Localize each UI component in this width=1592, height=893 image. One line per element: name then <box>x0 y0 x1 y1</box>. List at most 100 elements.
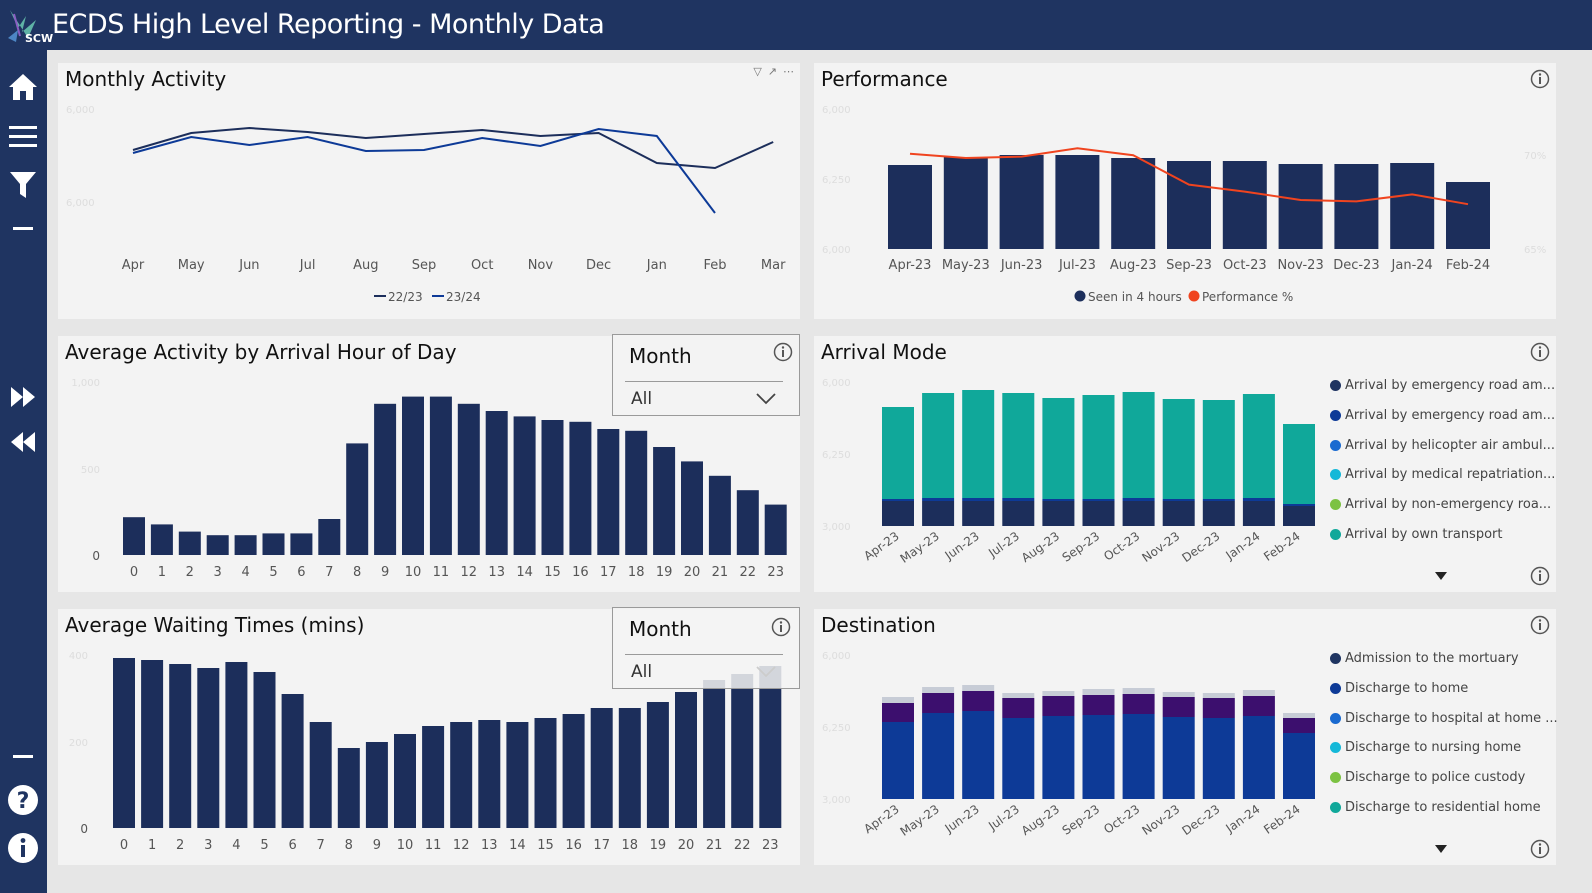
month-dropdown[interactable]: All <box>625 381 783 414</box>
x-tick-label: 5 <box>269 565 277 580</box>
legend-scroll-down-icon[interactable] <box>1434 844 1448 854</box>
x-tick-label: Jun-23 <box>942 802 982 836</box>
chevron-down-icon <box>756 393 776 405</box>
bar <box>1334 164 1379 249</box>
y-tick-label: 500 <box>81 465 100 476</box>
info-icon <box>8 833 38 863</box>
x-tick-label: 15 <box>544 565 561 580</box>
destination-legend: Admission to the mortuary Discharge to ho… <box>1330 649 1558 829</box>
legend-item[interactable]: Arrival by non-emergency roa... <box>1330 497 1551 512</box>
legend-item[interactable]: Arrival by emergency road am... <box>1330 378 1555 393</box>
info-icon[interactable] <box>773 342 793 362</box>
legend-label: Arrival by emergency road am... <box>1345 378 1556 393</box>
x-tick-label: Nov-23 <box>1277 258 1323 273</box>
bar-segment <box>1283 504 1315 506</box>
x-tick-label: May-23 <box>942 258 990 273</box>
bar <box>625 430 648 555</box>
legend-item[interactable]: Arrival by medical repatriation... <box>1330 467 1555 482</box>
minimize-button[interactable] <box>6 740 40 774</box>
x-tick-label: 3 <box>204 838 212 853</box>
x-tick-label: 11 <box>433 565 450 580</box>
x-tick-label: Nov-23 <box>1139 529 1182 565</box>
bar-segment <box>1042 716 1075 799</box>
bar-segment <box>1242 501 1275 526</box>
legend-dot <box>1330 380 1341 391</box>
menu-button[interactable] <box>6 120 40 154</box>
legend-label: Discharge to police custody <box>1345 770 1526 786</box>
month-dropdown[interactable]: All <box>625 654 783 687</box>
legend-dot <box>1330 772 1341 784</box>
legend-item[interactable]: Discharge to nursing home <box>1330 740 1521 755</box>
bar-segment <box>1122 501 1155 526</box>
rewind-icon <box>11 432 35 452</box>
bar <box>178 531 201 555</box>
bar-segment <box>1042 696 1075 716</box>
month-slicer: Month All <box>612 334 800 416</box>
info-icon[interactable] <box>1530 566 1550 586</box>
collapse-button[interactable] <box>6 212 40 246</box>
x-tick-label: 22 <box>740 565 757 580</box>
x-tick-label: Oct <box>471 258 493 273</box>
y-tick-label: 6,000 <box>822 651 851 662</box>
legend-dot <box>1330 802 1341 813</box>
legend-item[interactable]: Arrival by emergency road am... <box>1330 408 1555 423</box>
bar <box>764 504 787 555</box>
x-tick-label: Aug <box>353 258 378 273</box>
y-tick-label: 0 <box>92 549 100 563</box>
legend-dot <box>1330 653 1341 664</box>
bar <box>123 517 145 555</box>
bar <box>113 658 135 828</box>
legend-scroll-down-icon[interactable] <box>1434 571 1448 581</box>
legend-item[interactable]: Discharge to police custody <box>1330 770 1525 785</box>
legend-dot <box>1330 682 1341 694</box>
info-icon[interactable] <box>1530 69 1550 89</box>
bar-segment <box>1122 498 1155 501</box>
x-tick-label: Aug-23 <box>1019 802 1062 838</box>
bar-segment <box>1002 718 1035 799</box>
legend-item[interactable]: Discharge to residential home <box>1330 800 1541 815</box>
x-tick-label: 23 <box>762 838 779 853</box>
legend-label: 23/24 <box>446 290 481 304</box>
x-tick-label: Jun-23 <box>1000 258 1043 273</box>
bar-segment <box>1242 690 1275 696</box>
previous-page-button[interactable] <box>6 425 40 459</box>
x-tick-label: 5 <box>260 838 268 853</box>
bar-segment <box>1162 399 1195 499</box>
info-icon[interactable] <box>1530 839 1550 859</box>
legend-item[interactable]: Admission to the mortuary <box>1330 651 1519 666</box>
legend-item[interactable]: Arrival by own transport <box>1330 527 1502 542</box>
x-tick-label: Jan-24 <box>1391 258 1433 273</box>
legend-item[interactable]: Discharge to hospital at home ... <box>1330 711 1558 726</box>
bar-segment <box>1082 395 1115 499</box>
help-button[interactable]: ? <box>6 783 40 817</box>
x-tick-label: Sep-23 <box>1166 258 1212 273</box>
bar-segment <box>1202 499 1235 501</box>
destination-chart: 6,000 6,250 3,000 Apr-23May-23 Jun-23 Jul-23A… <box>822 651 1315 839</box>
x-tick-label: 4 <box>232 838 240 853</box>
legend-item[interactable]: Discharge to home <box>1330 681 1468 696</box>
x-tick-label: Oct-23 <box>1223 258 1267 273</box>
bar <box>1390 163 1435 249</box>
info-icon[interactable] <box>771 617 791 637</box>
info-icon[interactable] <box>1530 615 1550 635</box>
x-tick-label: Dec-23 <box>1179 529 1222 565</box>
x-tick-label: 2 <box>176 838 184 853</box>
about-button[interactable] <box>6 831 40 865</box>
bar-segment <box>1283 718 1315 733</box>
x-tick-label: 19 <box>650 838 667 853</box>
performance-chart: 6,000 6,250 6,000 70% 65% Apr-23 May-23 Jun-23 J… <box>822 105 1546 304</box>
x-tick-label: Aug-23 <box>1019 529 1062 565</box>
x-tick-label: 6 <box>288 838 296 853</box>
legend-marker <box>1188 290 1200 302</box>
legend-item[interactable]: Arrival by helicopter air ambul... <box>1330 438 1555 453</box>
monthly-activity-chart: 6,000 6,000 Apr May Jun Jul Aug Sep Oct Nov Dec Jan… <box>66 105 786 304</box>
info-icon[interactable] <box>1530 342 1550 362</box>
next-page-button[interactable] <box>6 380 40 414</box>
bar <box>429 396 452 555</box>
home-button[interactable] <box>6 70 40 104</box>
bar-segment <box>1202 693 1235 698</box>
arrival-mode-chart: 6,000 6,250 3,000 Apr-23May-23 Jun-23 Jul-23A… <box>822 378 1315 566</box>
filter-button[interactable] <box>6 168 40 202</box>
x-tick-label: Nov <box>528 258 554 273</box>
bar <box>1055 155 1100 249</box>
